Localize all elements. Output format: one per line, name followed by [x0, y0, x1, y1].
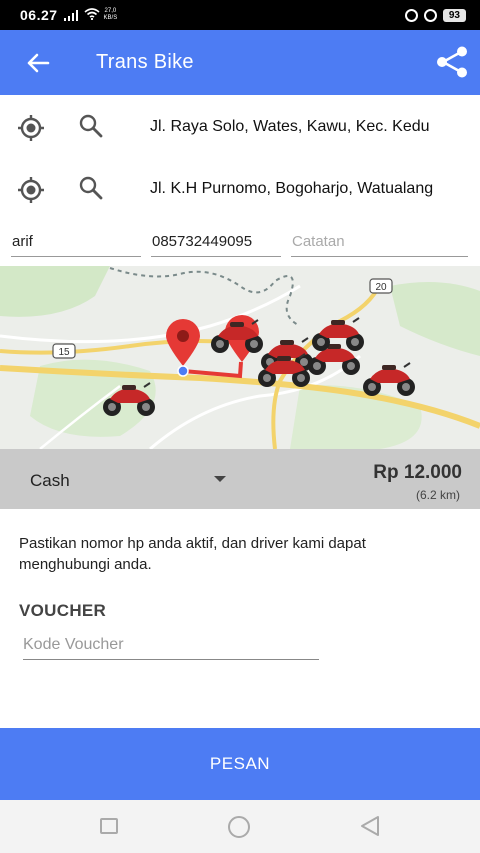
notice-text: Pastikan nomor hp anda aktif, dan driver… — [19, 535, 366, 573]
clock: 06.27 — [20, 7, 58, 23]
battery-indicator: 93 — [442, 8, 466, 22]
network-speed-unit: KB/S — [103, 15, 118, 21]
data-saver-icon — [404, 8, 418, 22]
back-nav-icon[interactable] — [358, 815, 382, 837]
status-bar: 06.27 27,0 KB/S 93 — [0, 0, 480, 30]
pickup-search-icon[interactable] — [78, 113, 104, 141]
payment-bar: Cash Rp 12.000 (6.2 km) — [0, 449, 480, 509]
page-title: Trans Bike — [96, 51, 194, 73]
system-nav-bar — [0, 800, 480, 853]
voucher-input[interactable]: Kode Voucher — [23, 636, 319, 660]
signal-icon — [63, 9, 78, 21]
pickup-row: Jl. Raya Solo, Wates, Kawu, Kec. Kedu — [0, 98, 480, 158]
arrow-left-icon — [27, 53, 50, 72]
svg-text:15: 15 — [58, 347, 70, 358]
voucher-heading: VOUCHER — [19, 601, 107, 620]
destination-gps-icon[interactable] — [16, 175, 46, 205]
share-button[interactable] — [432, 42, 472, 82]
payment-method-select[interactable]: Cash — [30, 471, 70, 491]
network-speed: 27,0 KB/S — [104, 8, 118, 22]
road-badge-15: 15 — [52, 343, 76, 359]
recent-apps-icon[interactable] — [100, 818, 118, 834]
price-label: Rp 12.000 — [373, 462, 462, 483]
road-badge-20: 20 — [369, 278, 393, 294]
location-status-icon — [423, 8, 437, 22]
back-button[interactable] — [12, 30, 64, 95]
pickup-address[interactable]: Jl. Raya Solo, Wates, Kawu, Kec. Kedu — [150, 118, 460, 140]
map-view[interactable]: 15 20 — [0, 266, 480, 449]
pickup-gps-icon[interactable] — [16, 113, 46, 143]
wifi-icon — [84, 7, 100, 23]
destination-address[interactable]: Jl. K.H Purnomo, Bogoharjo, Watualang — [150, 180, 460, 202]
app-bar: Trans Bike — [0, 30, 480, 95]
home-icon[interactable] — [228, 816, 250, 838]
destination-row: Jl. K.H Purnomo, Bogoharjo, Watualang — [0, 160, 480, 220]
chevron-down-icon[interactable] — [214, 476, 226, 482]
name-field[interactable]: arif — [11, 233, 141, 257]
distance-label: (6.2 km) — [415, 488, 460, 502]
note-field[interactable]: Catatan — [291, 233, 468, 257]
network-speed-value: 27,0 — [104, 8, 117, 14]
order-button[interactable]: PESAN — [0, 728, 480, 800]
destination-search-icon[interactable] — [78, 175, 104, 203]
svg-text:20: 20 — [375, 282, 387, 293]
phone-field[interactable]: 085732449095 — [151, 233, 281, 257]
share-icon — [437, 46, 467, 78]
